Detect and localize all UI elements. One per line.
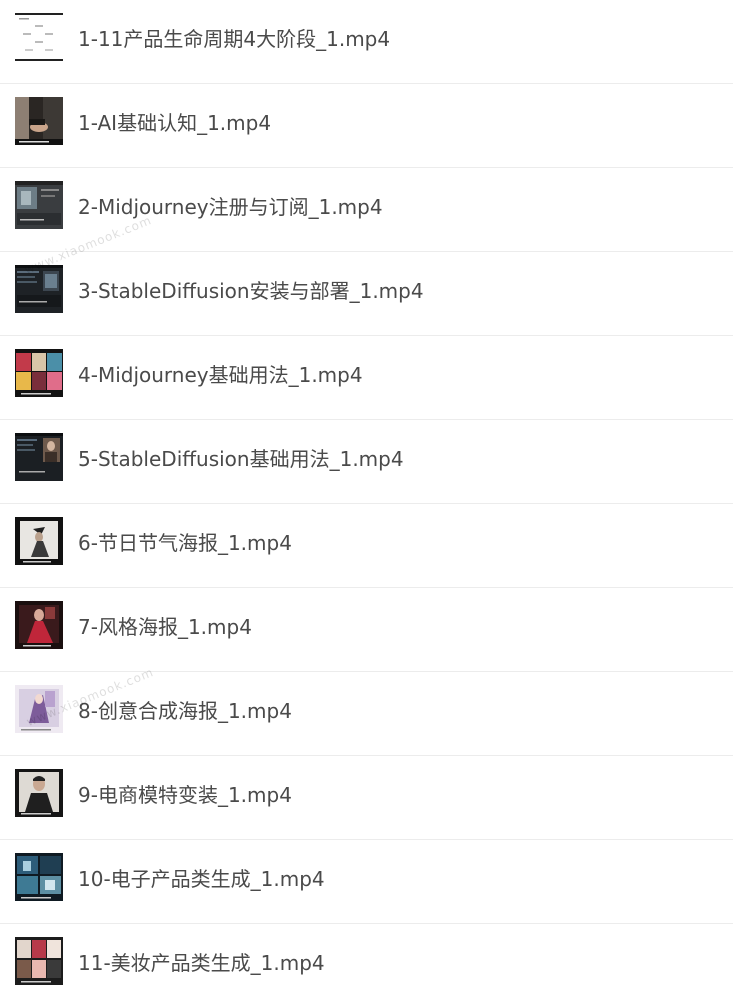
diagram-slide-thumbnail-icon (15, 13, 63, 61)
file-row-2[interactable]: 1-AI基础认知_1.mp4 (0, 84, 733, 168)
file-name[interactable]: 2-Midjourney注册与订阅_1.mp4 (78, 194, 383, 220)
dark-ui-thumbnail-icon (15, 265, 63, 313)
file-row-6[interactable]: 5-StableDiffusion基础用法_1.mp4 (0, 420, 733, 504)
file-row-8[interactable]: 7-风格海报_1.mp4 (0, 588, 733, 672)
person-hands-thumbnail-icon (15, 97, 63, 145)
file-row-10[interactable]: 9-电商模特变装_1.mp4 (0, 756, 733, 840)
file-name[interactable]: 1-11产品生命周期4大阶段_1.mp4 (78, 26, 390, 52)
art-gallery-thumbnail-icon (15, 349, 63, 397)
file-row-3[interactable]: 2-Midjourney注册与订阅_1.mp4 (0, 168, 733, 252)
red-dress-poster-thumbnail-icon (15, 601, 63, 649)
file-row-1[interactable]: 1-11产品生命周期4大阶段_1.mp4 (0, 0, 733, 84)
cosmetics-grid-thumbnail-icon (15, 937, 63, 985)
file-name[interactable]: 10-电子产品类生成_1.mp4 (78, 866, 325, 892)
app-screen-thumbnail-icon (15, 181, 63, 229)
file-name[interactable]: 4-Midjourney基础用法_1.mp4 (78, 362, 363, 388)
file-row-11[interactable]: 10-电子产品类生成_1.mp4 (0, 840, 733, 924)
file-name[interactable]: 6-节日节气海报_1.mp4 (78, 530, 292, 556)
dark-ui-portrait-thumbnail-icon (15, 433, 63, 481)
product-grid-thumbnail-icon (15, 853, 63, 901)
purple-poster-thumbnail-icon (15, 685, 63, 733)
file-name[interactable]: 7-风格海报_1.mp4 (78, 614, 252, 640)
file-name[interactable]: 8-创意合成海报_1.mp4 (78, 698, 292, 724)
file-row-7[interactable]: 6-节日节气海报_1.mp4 (0, 504, 733, 588)
file-row-9[interactable]: 8-创意合成海报_1.mp4 (0, 672, 733, 756)
model-portrait-thumbnail-icon (15, 769, 63, 817)
file-name[interactable]: 3-StableDiffusion安装与部署_1.mp4 (78, 278, 424, 304)
figure-poster-thumbnail-icon (15, 517, 63, 565)
file-name[interactable]: 1-AI基础认知_1.mp4 (78, 110, 271, 136)
file-row-5[interactable]: 4-Midjourney基础用法_1.mp4 (0, 336, 733, 420)
file-name[interactable]: 5-StableDiffusion基础用法_1.mp4 (78, 446, 404, 472)
file-name[interactable]: 11-美妆产品类生成_1.mp4 (78, 950, 325, 976)
file-name[interactable]: 9-电商模特变装_1.mp4 (78, 782, 292, 808)
file-row-4[interactable]: 3-StableDiffusion安装与部署_1.mp4 (0, 252, 733, 336)
video-file-list: 1-11产品生命周期4大阶段_1.mp4 1-AI基础认知_1.mp4 2-Mi… (0, 0, 733, 1008)
file-row-12[interactable]: 11-美妆产品类生成_1.mp4 (0, 924, 733, 1008)
